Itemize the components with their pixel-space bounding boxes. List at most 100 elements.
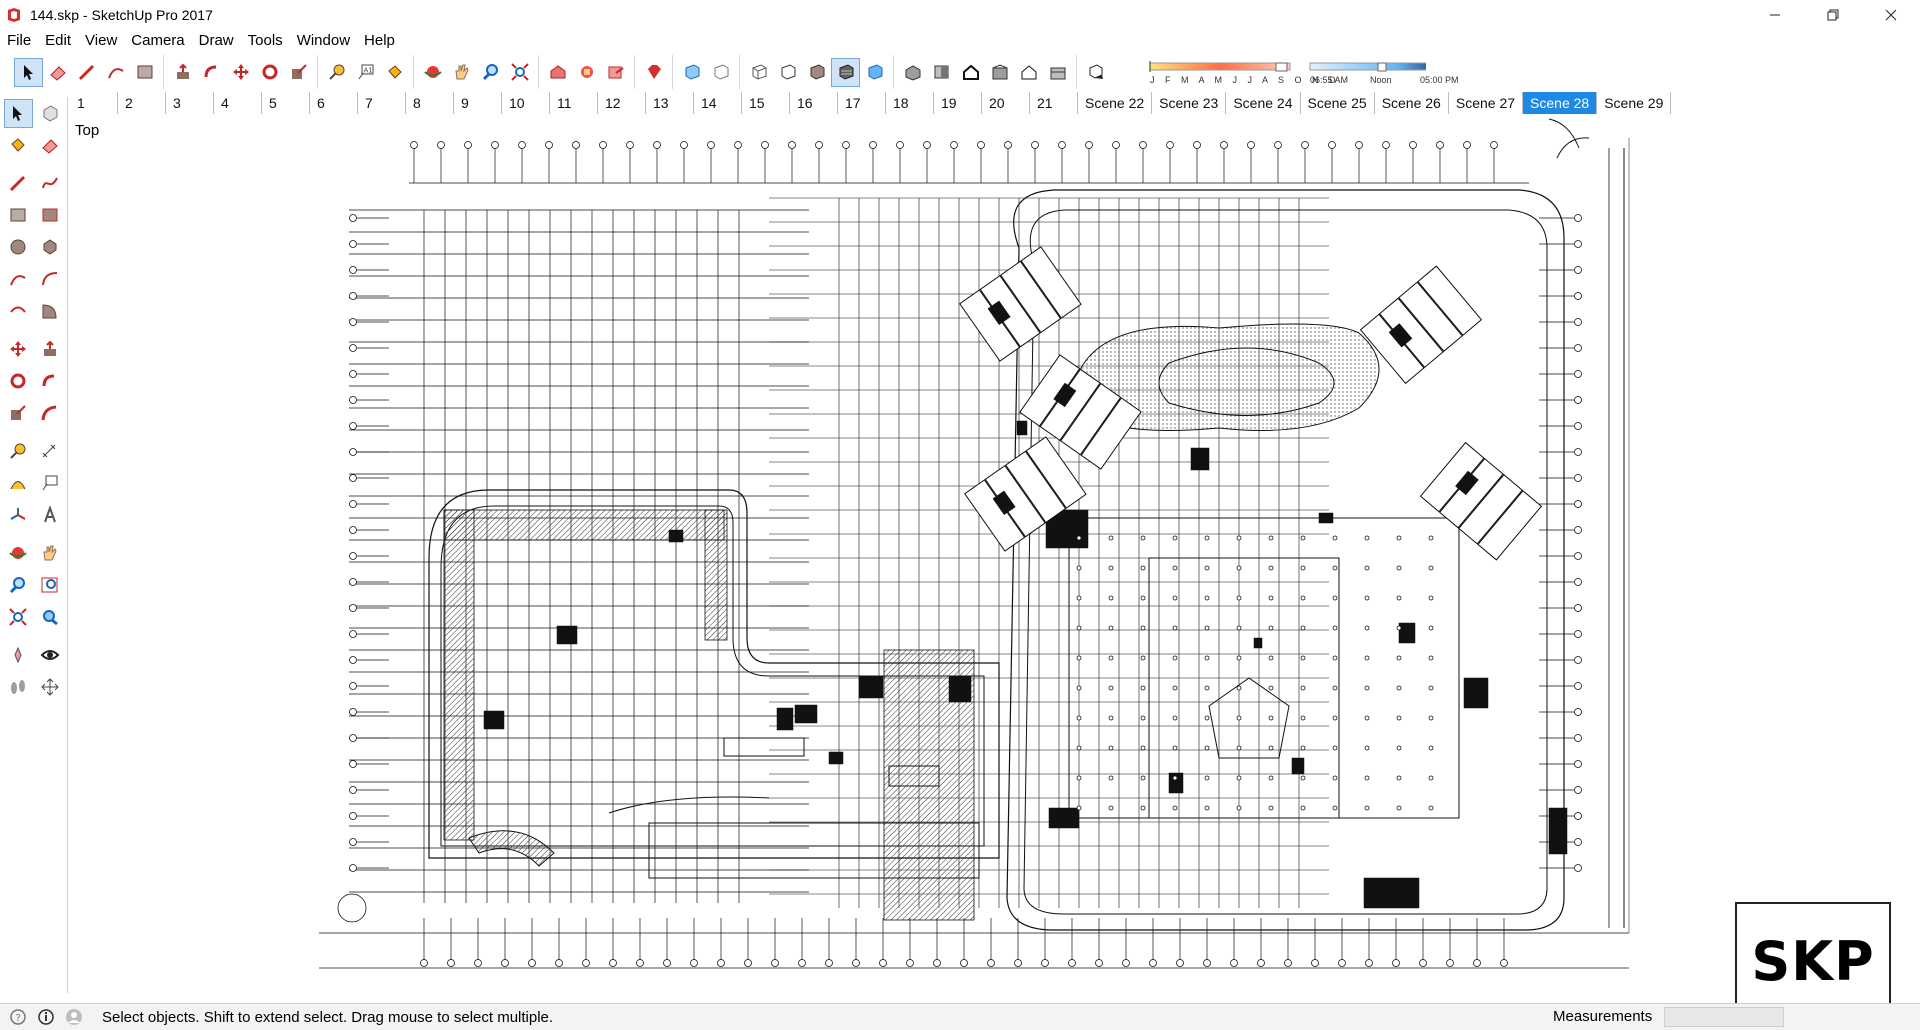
dimension-tool[interactable] xyxy=(36,437,65,466)
position-camera-tool[interactable] xyxy=(4,641,33,670)
rotate-tool[interactable] xyxy=(4,367,33,396)
scene-tab-16[interactable]: 16 xyxy=(790,92,838,114)
orbit-tool[interactable] xyxy=(4,539,33,568)
zoom-button[interactable] xyxy=(476,58,505,87)
axes-tool[interactable] xyxy=(4,501,33,530)
scene-tab-10[interactable]: 10 xyxy=(502,92,550,114)
polygon-tool[interactable] xyxy=(36,233,65,262)
zoom-window-tool[interactable] xyxy=(36,571,65,600)
scene-tab-2[interactable]: 2 xyxy=(118,92,166,114)
eraser-tool[interactable] xyxy=(36,131,65,160)
menu-camera[interactable]: Camera xyxy=(124,29,191,53)
move-tool-button[interactable] xyxy=(226,58,255,87)
scene-tab-22[interactable]: Scene 22 xyxy=(1078,92,1153,114)
scene-tab-23[interactable]: Scene 23 xyxy=(1152,92,1227,114)
circle-tool[interactable] xyxy=(4,233,33,262)
pan-button[interactable] xyxy=(447,58,476,87)
make-component-tool[interactable] xyxy=(36,99,64,128)
push-pull-tool[interactable] xyxy=(36,335,65,364)
menu-window[interactable]: Window xyxy=(290,29,357,53)
back-edges-button[interactable] xyxy=(706,58,735,87)
scene-tab-1[interactable]: 1 xyxy=(70,92,118,114)
rectangle-tool[interactable] xyxy=(4,201,33,230)
menu-edit[interactable]: Edit xyxy=(38,29,78,53)
select-tool-large[interactable] xyxy=(4,98,33,128)
menu-tools[interactable]: Tools xyxy=(241,29,290,53)
tape-measure-tool[interactable] xyxy=(4,437,33,466)
shadows-toggle-button[interactable] xyxy=(1081,58,1110,87)
scene-tab-3[interactable]: 3 xyxy=(166,92,214,114)
eraser-tool-button[interactable] xyxy=(43,58,72,87)
zoom-extents-button[interactable] xyxy=(505,58,534,87)
tape-measure-button[interactable] xyxy=(322,58,351,87)
menu-file[interactable]: File xyxy=(0,29,38,53)
wireframe-button[interactable] xyxy=(744,58,773,87)
freehand-tool[interactable] xyxy=(36,169,65,198)
3d-warehouse-button[interactable] xyxy=(543,58,572,87)
scene-tab-24[interactable]: Scene 24 xyxy=(1226,92,1301,114)
scene-tab-13[interactable]: 13 xyxy=(646,92,694,114)
measurements-input[interactable] xyxy=(1664,1007,1784,1027)
scene-tab-27[interactable]: Scene 27 xyxy=(1449,92,1524,114)
follow-me-tool[interactable] xyxy=(36,367,65,396)
rectangle-tool-button[interactable] xyxy=(130,58,159,87)
shaded-button[interactable] xyxy=(802,58,831,87)
follow-me-tool-button[interactable] xyxy=(197,58,226,87)
look-around-tool[interactable] xyxy=(36,641,65,670)
scene-tab-26[interactable]: Scene 26 xyxy=(1375,92,1449,114)
paint-bucket-tool[interactable] xyxy=(4,131,33,160)
offset-tool[interactable] xyxy=(36,399,65,428)
scene-tab-15[interactable]: 15 xyxy=(742,92,790,114)
two-point-arc-tool[interactable] xyxy=(36,265,65,294)
zoom-tool[interactable] xyxy=(4,571,33,600)
scene-tab-6[interactable]: 6 xyxy=(310,92,358,114)
scene-tab-9[interactable]: 9 xyxy=(454,92,502,114)
scene-tab-7[interactable]: 7 xyxy=(358,92,406,114)
scene-tab-8[interactable]: 8 xyxy=(406,92,454,114)
zoom-extents-tool[interactable] xyxy=(4,603,33,632)
scene-tab-28[interactable]: Scene 28 xyxy=(1523,92,1598,114)
move-tool[interactable] xyxy=(4,335,33,364)
walk-tool[interactable] xyxy=(4,673,33,702)
scene-tab-18[interactable]: 18 xyxy=(886,92,934,114)
scene-tab-11[interactable]: 11 xyxy=(550,92,598,114)
pan-tool[interactable] xyxy=(36,539,65,568)
push-pull-tool-button[interactable] xyxy=(168,58,197,87)
select-tool-button[interactable] xyxy=(14,57,43,87)
arc-tool-button[interactable] xyxy=(101,58,130,87)
text-tool[interactable] xyxy=(36,469,65,498)
pie-tool[interactable] xyxy=(36,297,65,326)
scale-tool[interactable] xyxy=(4,399,33,428)
back-view-button[interactable] xyxy=(1014,58,1043,87)
close-button[interactable] xyxy=(1862,0,1920,29)
shadow-settings-widget[interactable]: J F M A M J J A S O N D 06:55 AM Noon 05… xyxy=(1116,55,1459,89)
iso-view-button[interactable] xyxy=(898,58,927,87)
scale-tool-button[interactable] xyxy=(284,58,313,87)
scene-tab-14[interactable]: 14 xyxy=(694,92,742,114)
scene-tab-25[interactable]: Scene 25 xyxy=(1301,92,1375,114)
hidden-line-button[interactable] xyxy=(773,58,802,87)
menu-draw[interactable]: Draw xyxy=(192,29,241,53)
scene-tab-29[interactable]: Scene 29 xyxy=(1597,92,1672,114)
scene-tab-5[interactable]: 5 xyxy=(262,92,310,114)
text-tool-button[interactable]: A1 xyxy=(351,58,380,87)
ruby-console-button[interactable] xyxy=(639,58,668,87)
shaded-textures-button[interactable] xyxy=(831,57,860,87)
credits-info-icon[interactable] xyxy=(36,1007,56,1027)
front-view-button[interactable] xyxy=(956,58,985,87)
rotate-tool-button[interactable] xyxy=(255,58,284,87)
scene-tab-4[interactable]: 4 xyxy=(214,92,262,114)
3d-text-tool[interactable] xyxy=(36,501,65,530)
paint-bucket-button[interactable] xyxy=(380,58,409,87)
line-tool-button[interactable] xyxy=(72,58,101,87)
arc-tool[interactable] xyxy=(4,265,33,294)
menu-help[interactable]: Help xyxy=(357,29,402,53)
model-viewport[interactable]: Top xyxy=(69,118,1920,993)
three-point-arc-tool[interactable] xyxy=(4,297,33,326)
user-account-icon[interactable] xyxy=(64,1007,84,1027)
line-tool[interactable] xyxy=(4,169,33,198)
extension-warehouse-button[interactable] xyxy=(601,58,630,87)
orbit-button[interactable] xyxy=(418,58,447,87)
menu-view[interactable]: View xyxy=(78,29,124,53)
restore-button[interactable] xyxy=(1804,0,1862,29)
